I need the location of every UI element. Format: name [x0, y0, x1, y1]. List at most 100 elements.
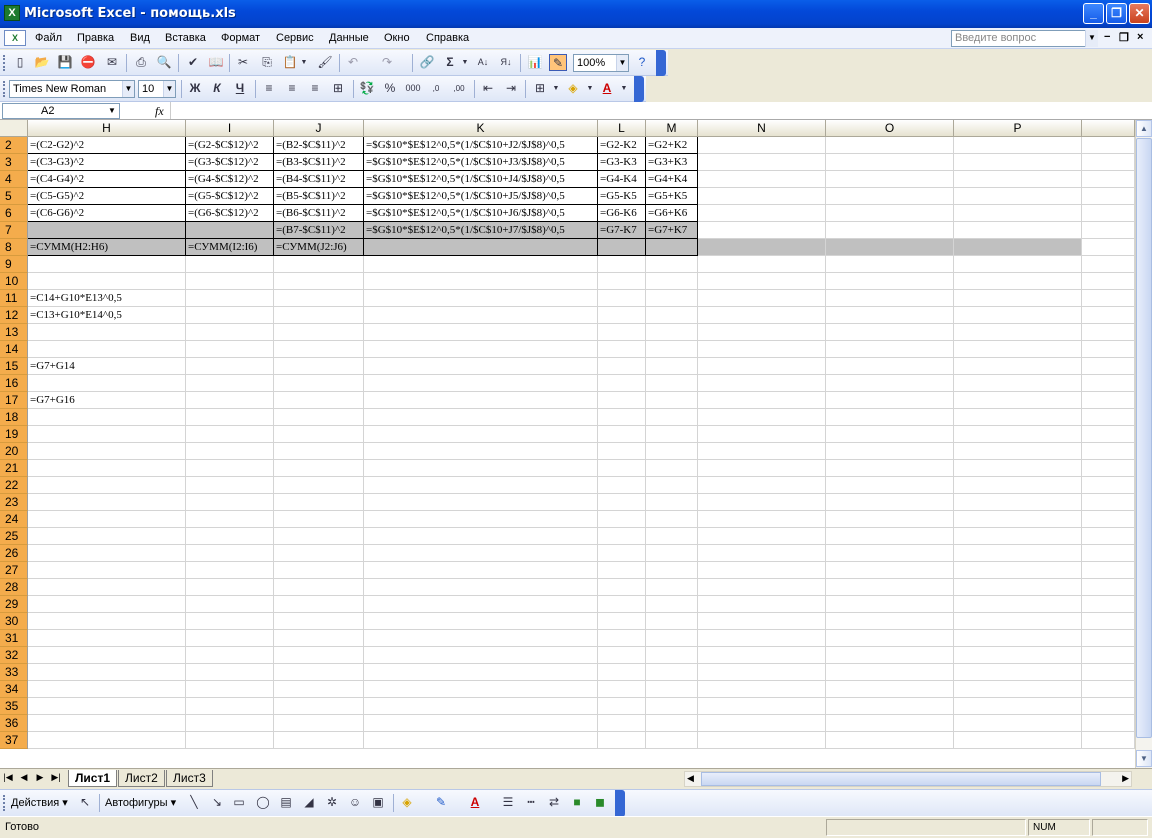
print-icon[interactable]: ⎙	[132, 54, 150, 71]
cell-m31[interactable]	[646, 630, 698, 647]
cell-q21[interactable]	[1082, 460, 1135, 477]
cell-j11[interactable]	[274, 290, 364, 307]
cell-h28[interactable]	[28, 579, 186, 596]
cell-p4[interactable]	[954, 171, 1082, 188]
cell-l26[interactable]	[598, 545, 646, 562]
cell-m37[interactable]	[646, 732, 698, 749]
cell-l15[interactable]	[598, 358, 646, 375]
open-icon[interactable]: 📂	[33, 54, 51, 71]
cell-i7[interactable]	[186, 222, 274, 239]
toolbar-options-icon[interactable]	[634, 76, 644, 102]
row-header[interactable]: 16	[0, 375, 28, 392]
toolbar-options-icon[interactable]	[656, 50, 666, 76]
cell-h35[interactable]	[28, 698, 186, 715]
cell-p20[interactable]	[954, 443, 1082, 460]
cell-h31[interactable]	[28, 630, 186, 647]
cell-m30[interactable]	[646, 613, 698, 630]
paste-dropdown-icon[interactable]: ▼	[300, 54, 308, 71]
cell-n32[interactable]	[698, 647, 826, 664]
cell-o31[interactable]	[826, 630, 954, 647]
fill-color-icon[interactable]: ◈	[398, 794, 416, 811]
cell-m15[interactable]	[646, 358, 698, 375]
font-color-icon[interactable]: A	[466, 794, 484, 811]
row-header[interactable]: 34	[0, 681, 28, 698]
cell-n22[interactable]	[698, 477, 826, 494]
cell-n2[interactable]	[698, 137, 826, 154]
cell-p8[interactable]	[954, 239, 1082, 256]
cell-l18[interactable]	[598, 409, 646, 426]
cell-k8[interactable]	[364, 239, 598, 256]
shadow-icon[interactable]: ■	[568, 794, 586, 811]
font-color-icon[interactable]: A	[598, 80, 616, 97]
cell-m25[interactable]	[646, 528, 698, 545]
cell-p10[interactable]	[954, 273, 1082, 290]
cell-l24[interactable]	[598, 511, 646, 528]
cell-n23[interactable]	[698, 494, 826, 511]
cell-n29[interactable]	[698, 596, 826, 613]
cell-h22[interactable]	[28, 477, 186, 494]
cell-p22[interactable]	[954, 477, 1082, 494]
cell-l30[interactable]	[598, 613, 646, 630]
cell-n14[interactable]	[698, 341, 826, 358]
cell-o34[interactable]	[826, 681, 954, 698]
arrow-style-icon[interactable]: ⇄	[545, 794, 563, 811]
cell-i10[interactable]	[186, 273, 274, 290]
cell-o33[interactable]	[826, 664, 954, 681]
cell-k31[interactable]	[364, 630, 598, 647]
cell-i37[interactable]	[186, 732, 274, 749]
fill-color-icon[interactable]: ◈	[564, 80, 582, 97]
cell-l34[interactable]	[598, 681, 646, 698]
cell-k30[interactable]	[364, 613, 598, 630]
cell-j23[interactable]	[274, 494, 364, 511]
cell-i5[interactable]: =(G5-$C$12)^2	[186, 188, 274, 205]
cell-n13[interactable]	[698, 324, 826, 341]
cell-i33[interactable]	[186, 664, 274, 681]
cell-l23[interactable]	[598, 494, 646, 511]
cell-l5[interactable]: =G5-K5	[598, 188, 646, 205]
cell-n33[interactable]	[698, 664, 826, 681]
cell-k7[interactable]: =$G$10*$E$12^0,5*(1/$C$10+J7/$J$8)^0,5	[364, 222, 598, 239]
cell-p5[interactable]	[954, 188, 1082, 205]
cell-k3[interactable]: =$G$10*$E$12^0,5*(1/$C$10+J3/$J$8)^0,5	[364, 154, 598, 171]
cell-k37[interactable]	[364, 732, 598, 749]
cell-m21[interactable]	[646, 460, 698, 477]
doc-restore-button[interactable]: ❐	[1119, 31, 1129, 44]
line-style-icon[interactable]: ☰	[499, 794, 517, 811]
column-header-j[interactable]: J	[274, 120, 364, 137]
cell-q33[interactable]	[1082, 664, 1135, 681]
cell-k20[interactable]	[364, 443, 598, 460]
row-header[interactable]: 29	[0, 596, 28, 613]
cell-o15[interactable]	[826, 358, 954, 375]
cell-q27[interactable]	[1082, 562, 1135, 579]
cell-p21[interactable]	[954, 460, 1082, 477]
cell-h13[interactable]	[28, 324, 186, 341]
cell-h30[interactable]	[28, 613, 186, 630]
cell-j22[interactable]	[274, 477, 364, 494]
new-icon[interactable]: ▯	[11, 54, 29, 71]
close-button[interactable]: ✕	[1129, 3, 1150, 24]
cell-q35[interactable]	[1082, 698, 1135, 715]
cell-h26[interactable]	[28, 545, 186, 562]
cell-m32[interactable]	[646, 647, 698, 664]
cell-q30[interactable]	[1082, 613, 1135, 630]
copy-icon[interactable]: ⎘	[258, 54, 276, 71]
cell-m17[interactable]	[646, 392, 698, 409]
cell-q6[interactable]	[1082, 205, 1135, 222]
cell-k36[interactable]	[364, 715, 598, 732]
cell-h10[interactable]	[28, 273, 186, 290]
chevron-down-icon[interactable]: ▼	[1085, 30, 1098, 47]
column-header-p[interactable]: P	[954, 120, 1082, 137]
worksheet-grid[interactable]: HIJKLMNOP 2 =(C2-G2)^2 =(G2-$C$12)^2 =(B2-$…	[0, 120, 1135, 768]
row-header[interactable]: 24	[0, 511, 28, 528]
column-header-h[interactable]: H	[28, 120, 186, 137]
cell-k33[interactable]	[364, 664, 598, 681]
cell-j5[interactable]: =(B5-$C$11)^2	[274, 188, 364, 205]
fill-color-dropdown-icon[interactable]: ▼	[586, 80, 594, 97]
cell-k32[interactable]	[364, 647, 598, 664]
currency-icon[interactable]: 💱	[358, 80, 376, 97]
cell-q36[interactable]	[1082, 715, 1135, 732]
cell-n15[interactable]	[698, 358, 826, 375]
cell-k35[interactable]	[364, 698, 598, 715]
cell-i25[interactable]	[186, 528, 274, 545]
cell-p30[interactable]	[954, 613, 1082, 630]
